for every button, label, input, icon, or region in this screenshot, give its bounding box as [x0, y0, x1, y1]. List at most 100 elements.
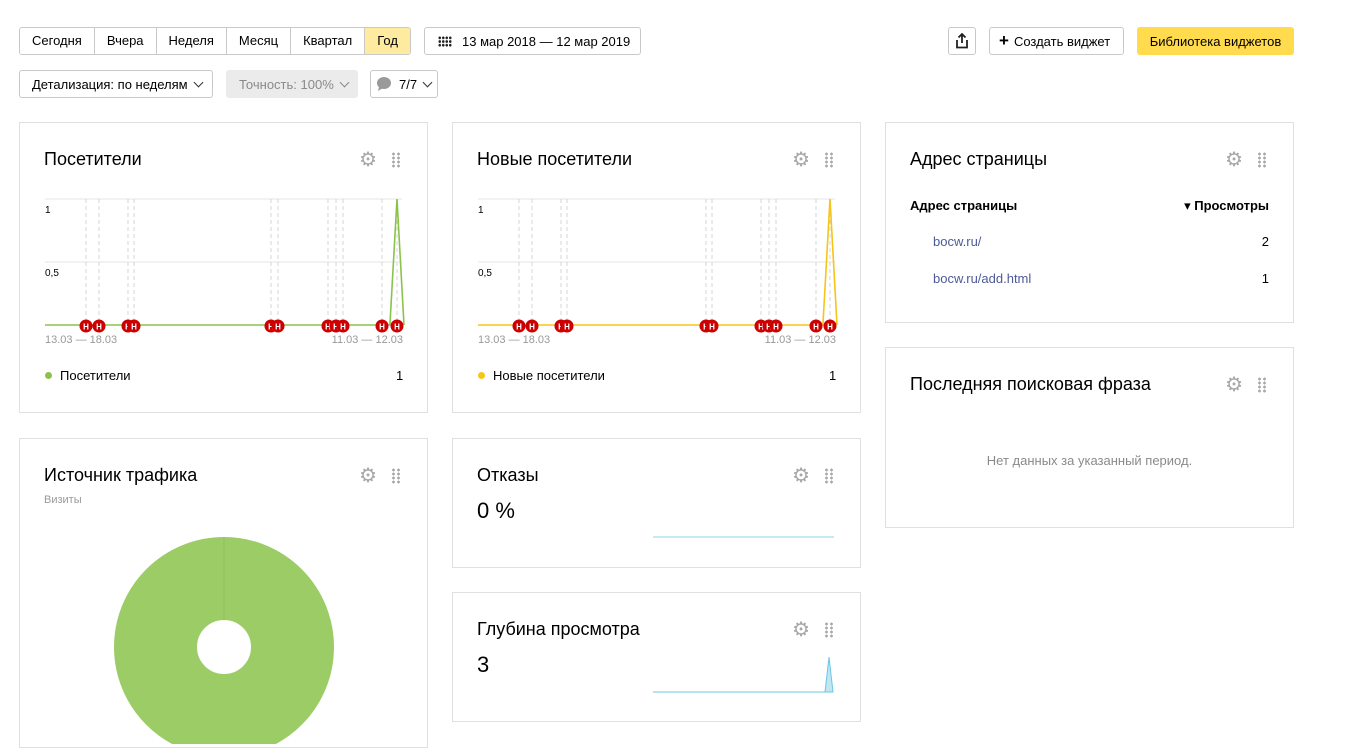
- detail-dropdown[interactable]: Детализация: по неделям: [19, 70, 213, 98]
- widget-tools: ⚙: [1225, 150, 1267, 170]
- segments-dropdown[interactable]: 7/7: [370, 70, 438, 98]
- widget-title: Последняя поисковая фраза: [910, 374, 1151, 394]
- table-row-url[interactable]: bocw.ru/: [933, 234, 981, 249]
- y-tick-label: 1: [45, 205, 51, 216]
- note-marker-label: Н: [131, 323, 137, 332]
- gear-icon[interactable]: ⚙: [792, 150, 810, 170]
- drag-handle-icon[interactable]: [824, 622, 834, 638]
- note-marker-label: Н: [773, 323, 779, 332]
- period-tab[interactable]: Сегодня: [20, 28, 95, 54]
- traffic-donut-chart: [114, 537, 334, 744]
- drag-handle-icon[interactable]: [1257, 152, 1267, 168]
- widget-bounces: Отказы ⚙ 0 %: [452, 438, 861, 568]
- legend-item[interactable]: Новые посетители: [478, 368, 605, 383]
- note-marker-label: Н: [516, 323, 522, 332]
- sparkline-area: [653, 656, 834, 693]
- column-header-page[interactable]: Адрес страницы: [910, 198, 1017, 213]
- widget-view-depth: Глубина просмотра ⚙ 3: [452, 592, 861, 722]
- widget-new-visitors: Новые посетители ⚙ 10,5ННННННННННН13.03 …: [452, 122, 861, 413]
- widget-page-address: Адрес страницы ⚙ Адрес страницы ▾ Просмо…: [885, 122, 1294, 323]
- widget-tools: ⚙: [792, 150, 834, 170]
- note-marker-label: Н: [83, 323, 89, 332]
- widget-title: Глубина просмотра: [477, 619, 640, 639]
- widget-traffic-source: Источник трафика ⚙ Визиты: [19, 438, 428, 748]
- gear-icon[interactable]: ⚙: [359, 466, 377, 486]
- accuracy-dropdown[interactable]: Точность: 100%: [226, 70, 358, 98]
- date-range-label: 13 мар 2018 — 12 мар 2019: [462, 33, 631, 49]
- calendar-icon: [438, 35, 452, 47]
- period-selector: Сегодня Вчера Неделя Месяц Квартал Год: [19, 27, 411, 55]
- legend-value: 1: [829, 368, 837, 383]
- legend-label: Новые посетители: [493, 368, 605, 383]
- period-tab[interactable]: Месяц: [226, 28, 292, 54]
- widget-library-label: Библиотека виджетов: [1149, 33, 1282, 49]
- chevron-down-icon: [193, 77, 204, 87]
- widget-title: Посетители: [44, 149, 142, 169]
- period-tab[interactable]: Год: [365, 28, 410, 54]
- comment-icon: [377, 77, 391, 91]
- metric-value: 0 %: [477, 498, 515, 523]
- new-visitors-chart: 10,5ННННННННННН13.03 — 18.0311.03 — 12.0…: [478, 198, 838, 346]
- note-marker-label: Н: [813, 323, 819, 332]
- x-tick-label: 11.03 — 12.03: [765, 334, 836, 346]
- gear-icon[interactable]: ⚙: [792, 466, 810, 486]
- legend-value: 1: [396, 368, 404, 383]
- widget-tools: ⚙: [359, 466, 401, 486]
- detail-label: Детализация: по неделям: [32, 76, 188, 92]
- create-widget-button[interactable]: + Создать виджет: [989, 27, 1124, 55]
- metric-value: 3: [477, 652, 490, 677]
- bounces-sparkline: [653, 536, 834, 538]
- note-marker-label: Н: [394, 323, 400, 332]
- note-marker-label: Н: [564, 323, 570, 332]
- widget-title: Источник трафика: [44, 465, 198, 485]
- date-range-button[interactable]: 13 мар 2018 — 12 мар 2019: [424, 27, 641, 55]
- legend-item[interactable]: Посетители: [45, 368, 131, 383]
- legend-dot: [478, 372, 485, 379]
- drag-handle-icon[interactable]: [824, 152, 834, 168]
- table-row-url[interactable]: bocw.ru/add.html: [933, 271, 1031, 286]
- note-marker-label: Н: [709, 323, 715, 332]
- x-tick-label: 11.03 — 12.03: [332, 334, 403, 346]
- gear-icon[interactable]: ⚙: [1225, 375, 1243, 395]
- note-marker-label: Н: [96, 323, 102, 332]
- widget-title: Новые посетители: [477, 149, 633, 169]
- table-row-views: 1: [1261, 271, 1269, 286]
- gear-icon[interactable]: ⚙: [1225, 150, 1243, 170]
- drag-handle-icon[interactable]: [1257, 377, 1267, 393]
- note-marker-label: Н: [529, 323, 535, 332]
- note-marker-label: Н: [827, 323, 833, 332]
- x-tick-label: 13.03 — 18.03: [478, 334, 550, 346]
- gear-icon[interactable]: ⚙: [792, 620, 810, 640]
- drag-handle-icon[interactable]: [824, 468, 834, 484]
- chevron-down-icon: [422, 77, 433, 87]
- depth-sparkline: [653, 656, 834, 693]
- legend-dot: [45, 372, 52, 379]
- widget-visitors: Посетители ⚙ 10,5ННННННННННН13.03 — 18.0…: [19, 122, 428, 413]
- visitors-chart: 10,5ННННННННННН13.03 — 18.0311.03 — 12.0…: [45, 198, 405, 346]
- legend-label: Посетители: [60, 368, 131, 383]
- widget-tools: ⚙: [792, 466, 834, 486]
- plus-icon: +: [999, 31, 1009, 50]
- share-button[interactable]: [948, 27, 976, 55]
- drag-handle-icon[interactable]: [391, 152, 401, 168]
- widget-library-button[interactable]: Библиотека виджетов: [1137, 27, 1294, 55]
- gear-icon[interactable]: ⚙: [359, 150, 377, 170]
- widget-last-search-phrase: Последняя поисковая фраза ⚙ Нет данных з…: [885, 347, 1294, 528]
- period-tab[interactable]: Неделя: [156, 28, 227, 54]
- accuracy-label: Точность: 100%: [239, 76, 334, 92]
- note-marker-label: Н: [340, 323, 346, 332]
- note-marker-label: Н: [379, 323, 385, 332]
- widget-tools: ⚙: [359, 150, 401, 170]
- widget-tools: ⚙: [1225, 375, 1267, 395]
- y-tick-label: 1: [478, 205, 484, 216]
- column-header-views[interactable]: ▾ Просмотры: [1184, 198, 1269, 214]
- drag-handle-icon[interactable]: [391, 468, 401, 484]
- segments-label: 7/7: [399, 76, 418, 92]
- period-tab[interactable]: Вчера: [94, 28, 157, 54]
- y-tick-label: 0,5: [478, 268, 492, 279]
- create-widget-label: Создать виджет: [1013, 33, 1111, 49]
- x-tick-label: 13.03 — 18.03: [45, 334, 117, 346]
- chevron-down-icon: [339, 77, 350, 87]
- period-tab[interactable]: Квартал: [291, 28, 366, 54]
- widget-title: Адрес страницы: [910, 149, 1048, 169]
